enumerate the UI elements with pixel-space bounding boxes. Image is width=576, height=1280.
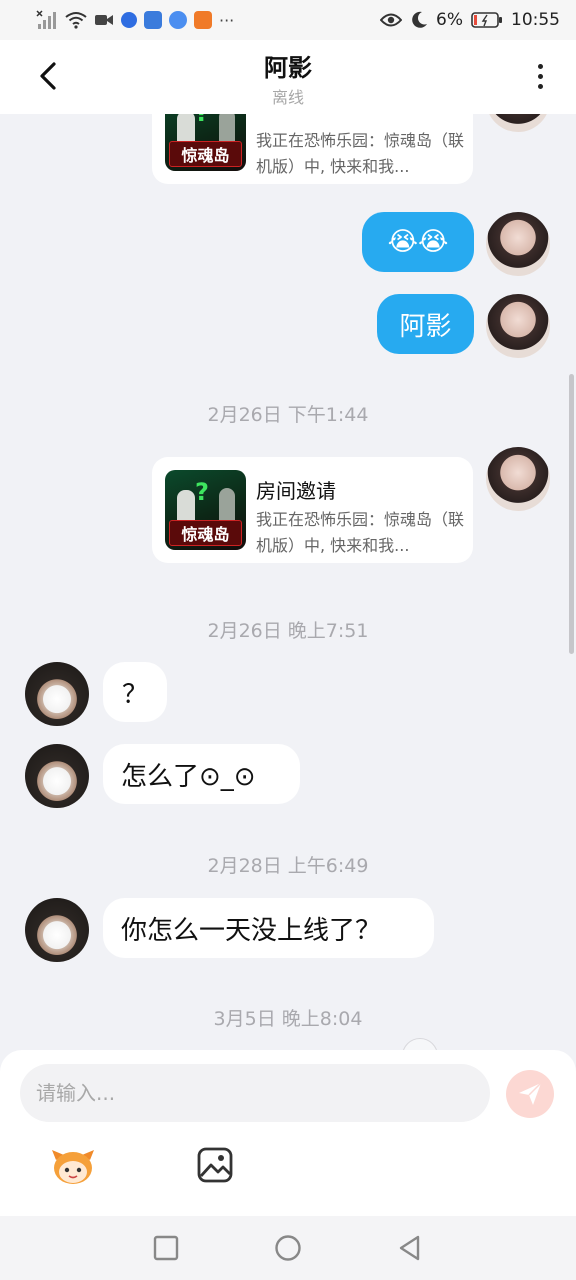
contact-avatar[interactable] [25,662,89,726]
status-bar: ··· 6% 10:55 [0,0,576,40]
chat-scrollbar[interactable] [569,374,574,654]
message-text: 你怎么一天没上线了？ [121,915,382,946]
timestamp: 2月28日 上午6:49 [207,855,369,877]
moon-icon [412,11,428,28]
my-avatar[interactable] [486,447,550,511]
baidu-app-icon [121,12,137,28]
card-title: 房间邀请 [256,479,336,503]
timestamp: 2月26日 晚上7:51 [207,620,369,642]
timestamp: 2月26日 下午1:44 [207,404,369,426]
cellular-no-signal-icon [36,10,56,29]
contact-avatar[interactable] [25,744,89,808]
contact-avatar[interactable] [25,898,89,962]
contact-message-bubble[interactable]: ？ [103,662,167,722]
message-input[interactable] [20,1064,490,1122]
chat-header: 阿影 离线 [0,40,576,114]
more-options-button[interactable] [522,58,558,94]
battery-percent: 6% [436,10,463,30]
game-logo: 惊魂岛 [169,141,242,167]
online-status: 离线 [271,88,304,107]
my-message-bubble[interactable]: 😭😭 [362,212,474,272]
card-description: 我正在恐怖乐园：惊魂岛（联机版）中, 快来和我... [256,510,465,555]
message-text: 😭😭 [387,227,449,257]
circle-icon [275,1235,301,1261]
send-button[interactable] [506,1070,554,1118]
game-app-icon [194,11,212,29]
my-avatar[interactable] [486,294,550,358]
my-message-bubble[interactable]: 阿影 [377,294,474,354]
video-camera-icon [95,15,113,25]
timestamp: 3月5日 晚上8:04 [213,1008,363,1030]
contact-name: 阿影 [264,54,312,82]
more-dot-icon [537,63,543,69]
game-thumbnail: ? 惊魂岛 [165,114,246,171]
contact-message-bubble[interactable]: 怎么了⊙_⊙ [103,744,300,804]
image-icon [197,1147,233,1183]
clock-time: 10:55 [511,10,560,30]
game-thumbnail: ? 惊魂岛 [165,470,246,550]
battery-icon [471,12,502,28]
wifi-icon [65,12,87,29]
browser-app-icon [169,11,187,29]
message-text: ？ [121,679,148,710]
room-invite-card[interactable]: ? 惊魂岛 我正在恐怖乐园：惊魂岛（联机版）中, 快来和我... [152,114,473,184]
square-icon [153,1235,179,1261]
sticker-button[interactable] [50,1146,96,1186]
my-avatar[interactable] [486,114,550,132]
system-nav-bar [0,1216,576,1280]
contact-message-bubble[interactable]: 你怎么一天没上线了？ [103,898,434,958]
image-picker-button[interactable] [196,1146,236,1186]
my-avatar[interactable] [486,212,550,276]
card-description: 我正在恐怖乐园：惊魂岛（联机版）中, 快来和我... [256,131,465,176]
more-dot-icon [537,83,543,89]
recent-apps-button[interactable] [152,1234,180,1262]
message-composer [0,1050,576,1216]
message-text: 怎么了⊙_⊙ [121,761,256,792]
more-dot-icon [537,73,543,79]
message-text: 阿影 [399,311,452,342]
eye-icon [380,13,403,27]
chat-messages[interactable]: ? 惊魂岛 我正在恐怖乐园：惊魂岛（联机版）中, 快来和我... 😭😭 阿影 2… [0,114,576,1050]
home-button[interactable] [274,1234,302,1262]
paper-plane-icon [519,1082,542,1105]
triangle-back-icon [399,1235,420,1261]
more-notifications-icon: ··· [219,10,235,30]
mascot-icon [52,1150,94,1184]
room-invite-card[interactable]: ? 惊魂岛 房间邀请 我正在恐怖乐园：惊魂岛（联机版）中, 快来和我... [152,457,473,563]
app-notification-icon [144,11,162,29]
game-logo: 惊魂岛 [169,520,242,546]
back-nav-button[interactable] [396,1234,424,1262]
